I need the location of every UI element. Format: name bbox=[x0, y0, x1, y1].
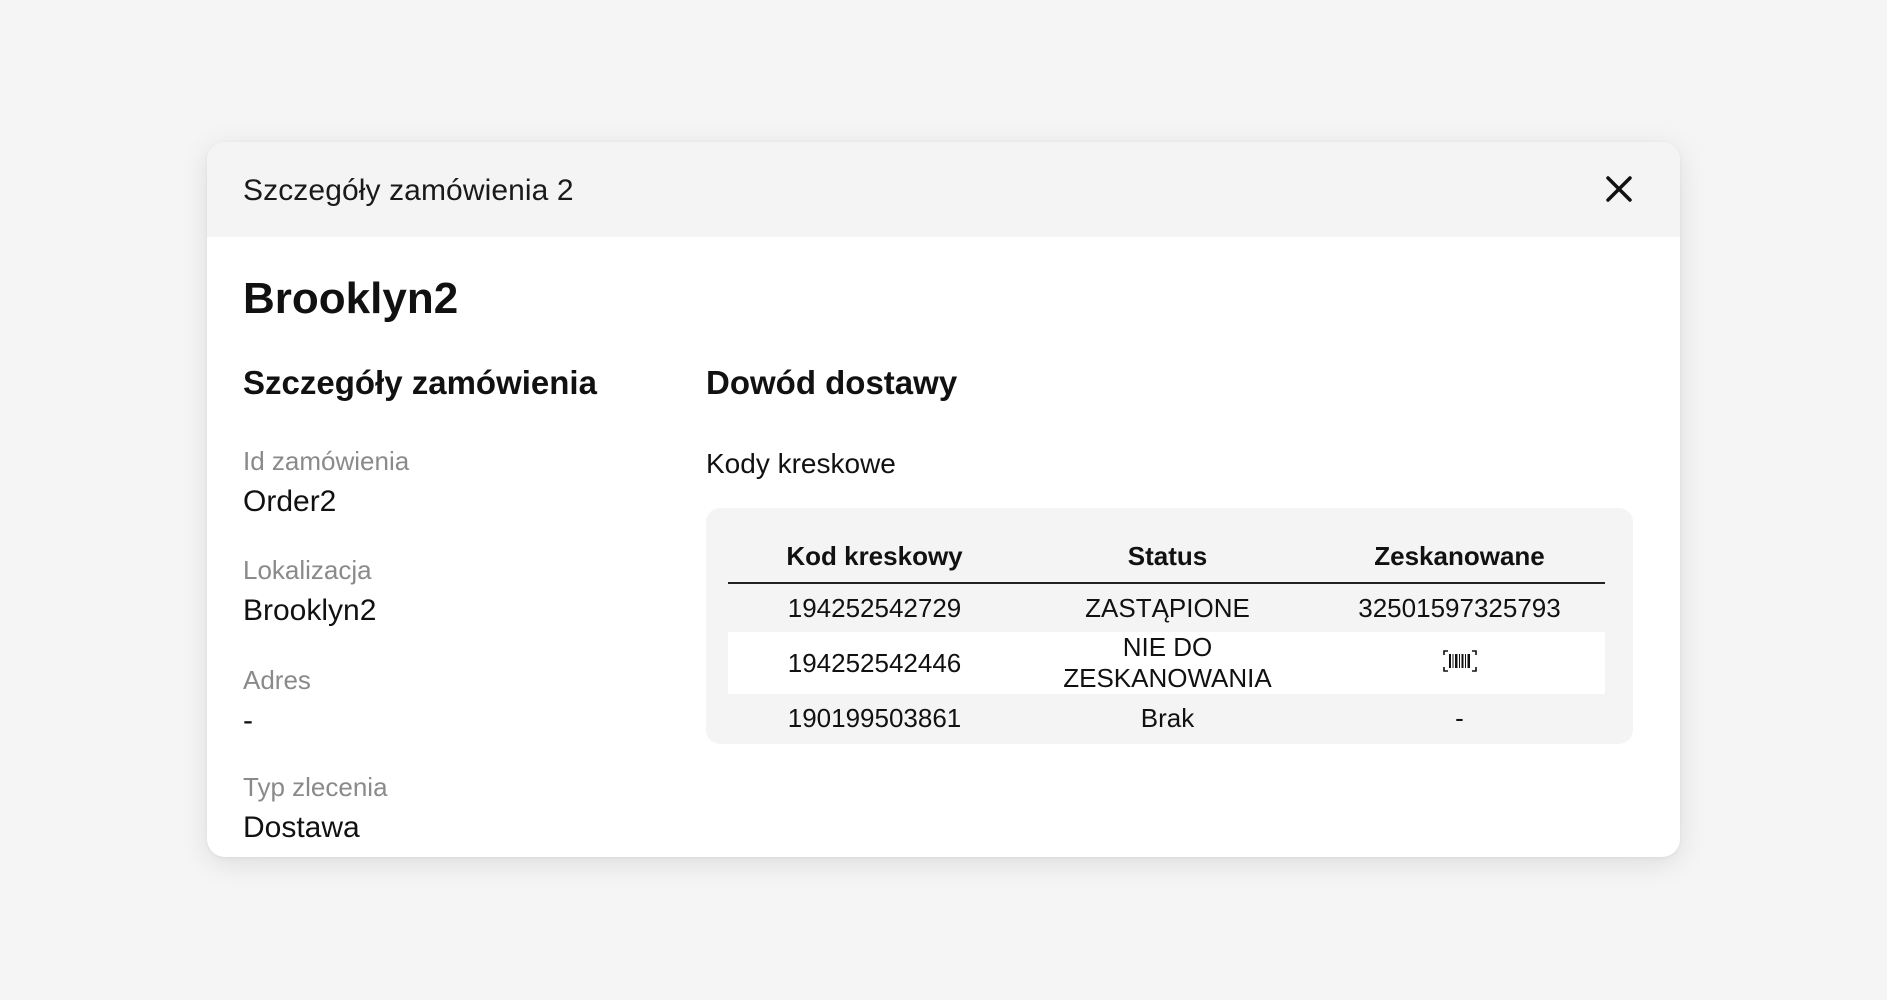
field-label: Adres bbox=[243, 665, 311, 695]
field-order-id: Id zamówienia Order2 bbox=[243, 446, 409, 520]
location-title: Brooklyn2 bbox=[243, 274, 459, 323]
barcodes-table: Kod kreskowy Status Zeskanowane 19425254… bbox=[728, 530, 1605, 742]
column-header-status: Status bbox=[1021, 530, 1314, 584]
cell-scanned: 32501597325793 bbox=[1358, 592, 1561, 623]
field-value: Order2 bbox=[243, 485, 337, 518]
column-header-scanned: Zeskanowane bbox=[1314, 530, 1605, 584]
proof-of-delivery-section: Dowód dostawy Kody kreskowe Kod kreskowy… bbox=[706, 364, 1646, 744]
cell-barcode: 194252542446 bbox=[728, 632, 1021, 694]
table-row: 194252542729 ZASTĄPIONE 32501597325793 bbox=[728, 583, 1605, 632]
table-header-row: Kod kreskowy Status Zeskanowane bbox=[728, 530, 1605, 584]
field-address: Adres - bbox=[243, 665, 311, 739]
proof-of-delivery-heading: Dowód dostawy bbox=[706, 364, 958, 401]
modal-header: Szczegóły zamówienia 2 bbox=[207, 142, 1680, 237]
close-icon bbox=[1606, 176, 1632, 202]
barcodes-table-card: Kod kreskowy Status Zeskanowane 19425254… bbox=[706, 508, 1633, 744]
cell-status: Brak bbox=[1140, 702, 1195, 733]
cell-status: NIE DO ZESKANOWANIA bbox=[1021, 632, 1314, 694]
cell-barcode: 194252542729 bbox=[787, 592, 962, 623]
order-details-heading: Szczegóły zamówienia bbox=[243, 364, 597, 401]
barcodes-label: Kody kreskowe bbox=[706, 448, 896, 479]
field-label: Id zamówienia bbox=[243, 446, 410, 476]
field-value: Brooklyn2 bbox=[243, 594, 377, 627]
field-label: Lokalizacja bbox=[243, 555, 372, 585]
cell-barcode: 190199503861 bbox=[787, 702, 962, 733]
close-button[interactable] bbox=[1600, 170, 1638, 208]
table-row: 190199503861 Brak - bbox=[728, 694, 1605, 742]
order-details-modal: Szczegóły zamówienia 2 Brooklyn2 Szczegó… bbox=[207, 142, 1680, 857]
cell-scanned: - bbox=[1455, 702, 1464, 733]
field-value: - bbox=[243, 704, 253, 737]
field-label: Typ zlecenia bbox=[243, 772, 388, 802]
field-location: Lokalizacja Brooklyn2 bbox=[243, 555, 376, 629]
modal-title: Szczegóły zamówienia 2 bbox=[243, 174, 574, 207]
order-details-section: Szczegóły zamówienia Id zamówienia Order… bbox=[243, 364, 663, 844]
cell-status: ZASTĄPIONE bbox=[1085, 592, 1250, 623]
field-value: Dostawa bbox=[243, 811, 360, 844]
barcode-icon bbox=[1442, 648, 1477, 679]
column-header-barcode: Kod kreskowy bbox=[728, 530, 1021, 584]
cell-scanned bbox=[1314, 632, 1605, 694]
field-order-type: Typ zlecenia Dostawa bbox=[243, 772, 388, 846]
table-row: 194252542446 NIE DO ZESKANOWANIA bbox=[728, 632, 1605, 694]
